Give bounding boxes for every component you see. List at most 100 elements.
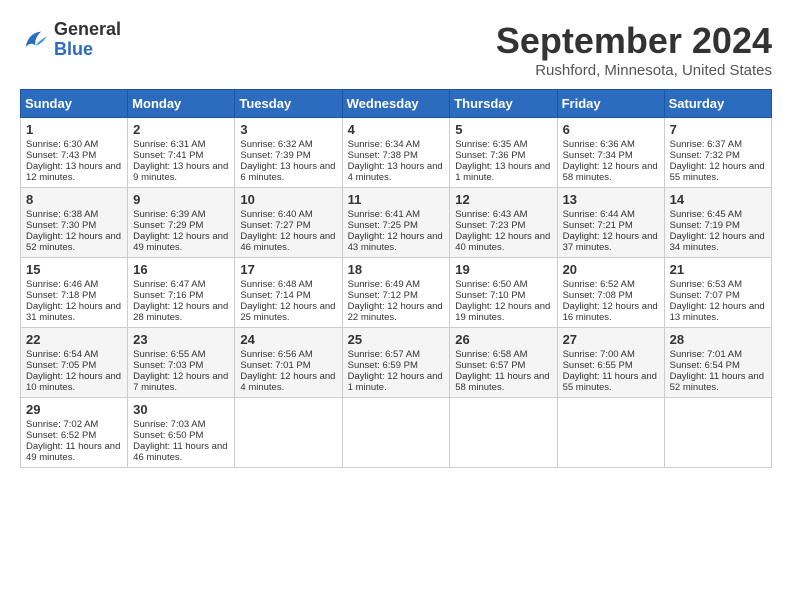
sunset-text: Sunset: 7:32 PM <box>670 150 740 161</box>
daylight-text: Daylight: 12 hours and 58 minutes. <box>563 161 658 183</box>
sunset-text: Sunset: 7:14 PM <box>240 290 310 301</box>
sunrise-text: Sunrise: 6:52 AM <box>563 279 635 290</box>
sunrise-text: Sunrise: 6:48 AM <box>240 279 312 290</box>
sunset-text: Sunset: 7:36 PM <box>455 150 525 161</box>
calendar-cell: 27 Sunrise: 7:00 AM Sunset: 6:55 PM Dayl… <box>557 328 664 398</box>
calendar-week-row: 15 Sunrise: 6:46 AM Sunset: 7:18 PM Dayl… <box>21 258 772 328</box>
location-title: Rushford, Minnesota, United States <box>496 62 772 79</box>
sunset-text: Sunset: 7:43 PM <box>26 150 96 161</box>
logo-blue-text: Blue <box>54 39 93 59</box>
daylight-text: Daylight: 12 hours and 13 minutes. <box>670 301 765 323</box>
calendar-day-header: Friday <box>557 90 664 118</box>
calendar-cell: 13 Sunrise: 6:44 AM Sunset: 7:21 PM Dayl… <box>557 188 664 258</box>
daylight-text: Daylight: 12 hours and 37 minutes. <box>563 231 658 253</box>
day-number: 28 <box>670 332 766 347</box>
calendar-day-header: Wednesday <box>342 90 450 118</box>
day-number: 11 <box>348 192 445 207</box>
calendar-cell: 9 Sunrise: 6:39 AM Sunset: 7:29 PM Dayli… <box>128 188 235 258</box>
daylight-text: Daylight: 13 hours and 4 minutes. <box>348 161 443 183</box>
sunset-text: Sunset: 7:25 PM <box>348 220 418 231</box>
calendar-cell: 21 Sunrise: 6:53 AM Sunset: 7:07 PM Dayl… <box>664 258 771 328</box>
sunset-text: Sunset: 7:03 PM <box>133 360 203 371</box>
sunrise-text: Sunrise: 6:32 AM <box>240 139 312 150</box>
day-number: 10 <box>240 192 336 207</box>
day-number: 7 <box>670 122 766 137</box>
calendar-cell: 3 Sunrise: 6:32 AM Sunset: 7:39 PM Dayli… <box>235 118 342 188</box>
day-number: 16 <box>133 262 229 277</box>
calendar-cell <box>664 398 771 468</box>
sunset-text: Sunset: 6:52 PM <box>26 430 96 441</box>
sunrise-text: Sunrise: 7:01 AM <box>670 349 742 360</box>
sunrise-text: Sunrise: 6:43 AM <box>455 209 527 220</box>
day-number: 25 <box>348 332 445 347</box>
sunset-text: Sunset: 7:08 PM <box>563 290 633 301</box>
daylight-text: Daylight: 12 hours and 1 minute. <box>348 371 443 393</box>
day-number: 23 <box>133 332 229 347</box>
daylight-text: Daylight: 13 hours and 6 minutes. <box>240 161 335 183</box>
daylight-text: Daylight: 11 hours and 58 minutes. <box>455 371 549 393</box>
day-number: 21 <box>670 262 766 277</box>
sunset-text: Sunset: 7:41 PM <box>133 150 203 161</box>
daylight-text: Daylight: 12 hours and 52 minutes. <box>26 231 121 253</box>
sunset-text: Sunset: 7:38 PM <box>348 150 418 161</box>
sunset-text: Sunset: 7:30 PM <box>26 220 96 231</box>
calendar-cell: 29 Sunrise: 7:02 AM Sunset: 6:52 PM Dayl… <box>21 398 128 468</box>
sunrise-text: Sunrise: 6:37 AM <box>670 139 742 150</box>
calendar-cell: 22 Sunrise: 6:54 AM Sunset: 7:05 PM Dayl… <box>21 328 128 398</box>
day-number: 15 <box>26 262 122 277</box>
sunrise-text: Sunrise: 6:34 AM <box>348 139 420 150</box>
calendar-cell: 15 Sunrise: 6:46 AM Sunset: 7:18 PM Dayl… <box>21 258 128 328</box>
sunrise-text: Sunrise: 6:46 AM <box>26 279 98 290</box>
calendar-cell: 11 Sunrise: 6:41 AM Sunset: 7:25 PM Dayl… <box>342 188 450 258</box>
day-number: 6 <box>563 122 659 137</box>
sunrise-text: Sunrise: 6:41 AM <box>348 209 420 220</box>
day-number: 22 <box>26 332 122 347</box>
day-number: 18 <box>348 262 445 277</box>
calendar-week-row: 1 Sunrise: 6:30 AM Sunset: 7:43 PM Dayli… <box>21 118 772 188</box>
day-number: 13 <box>563 192 659 207</box>
calendar-cell: 30 Sunrise: 7:03 AM Sunset: 6:50 PM Dayl… <box>128 398 235 468</box>
sunrise-text: Sunrise: 6:35 AM <box>455 139 527 150</box>
sunset-text: Sunset: 7:10 PM <box>455 290 525 301</box>
sunset-text: Sunset: 7:39 PM <box>240 150 310 161</box>
calendar-cell: 25 Sunrise: 6:57 AM Sunset: 6:59 PM Dayl… <box>342 328 450 398</box>
daylight-text: Daylight: 12 hours and 46 minutes. <box>240 231 335 253</box>
calendar-cell: 20 Sunrise: 6:52 AM Sunset: 7:08 PM Dayl… <box>557 258 664 328</box>
daylight-text: Daylight: 11 hours and 49 minutes. <box>26 441 120 463</box>
daylight-text: Daylight: 13 hours and 1 minute. <box>455 161 550 183</box>
day-number: 9 <box>133 192 229 207</box>
logo: General Blue <box>20 20 121 60</box>
sunset-text: Sunset: 7:05 PM <box>26 360 96 371</box>
daylight-text: Daylight: 12 hours and 34 minutes. <box>670 231 765 253</box>
day-number: 1 <box>26 122 122 137</box>
sunset-text: Sunset: 7:34 PM <box>563 150 633 161</box>
day-number: 20 <box>563 262 659 277</box>
sunset-text: Sunset: 7:16 PM <box>133 290 203 301</box>
calendar-day-header: Sunday <box>21 90 128 118</box>
day-number: 17 <box>240 262 336 277</box>
sunset-text: Sunset: 6:55 PM <box>563 360 633 371</box>
sunset-text: Sunset: 6:50 PM <box>133 430 203 441</box>
calendar-header-row: SundayMondayTuesdayWednesdayThursdayFrid… <box>21 90 772 118</box>
day-number: 14 <box>670 192 766 207</box>
sunset-text: Sunset: 7:29 PM <box>133 220 203 231</box>
sunrise-text: Sunrise: 7:03 AM <box>133 419 205 430</box>
day-number: 3 <box>240 122 336 137</box>
calendar-cell: 16 Sunrise: 6:47 AM Sunset: 7:16 PM Dayl… <box>128 258 235 328</box>
daylight-text: Daylight: 12 hours and 7 minutes. <box>133 371 228 393</box>
calendar-cell: 8 Sunrise: 6:38 AM Sunset: 7:30 PM Dayli… <box>21 188 128 258</box>
daylight-text: Daylight: 13 hours and 12 minutes. <box>26 161 121 183</box>
sunset-text: Sunset: 7:12 PM <box>348 290 418 301</box>
calendar-cell: 5 Sunrise: 6:35 AM Sunset: 7:36 PM Dayli… <box>450 118 557 188</box>
sunset-text: Sunset: 6:57 PM <box>455 360 525 371</box>
day-number: 26 <box>455 332 551 347</box>
logo-general-text: General <box>54 19 121 39</box>
calendar-cell: 18 Sunrise: 6:49 AM Sunset: 7:12 PM Dayl… <box>342 258 450 328</box>
calendar-day-header: Monday <box>128 90 235 118</box>
calendar-cell: 23 Sunrise: 6:55 AM Sunset: 7:03 PM Dayl… <box>128 328 235 398</box>
sunrise-text: Sunrise: 7:00 AM <box>563 349 635 360</box>
sunset-text: Sunset: 7:21 PM <box>563 220 633 231</box>
sunrise-text: Sunrise: 6:47 AM <box>133 279 205 290</box>
calendar-cell: 26 Sunrise: 6:58 AM Sunset: 6:57 PM Dayl… <box>450 328 557 398</box>
sunset-text: Sunset: 7:01 PM <box>240 360 310 371</box>
